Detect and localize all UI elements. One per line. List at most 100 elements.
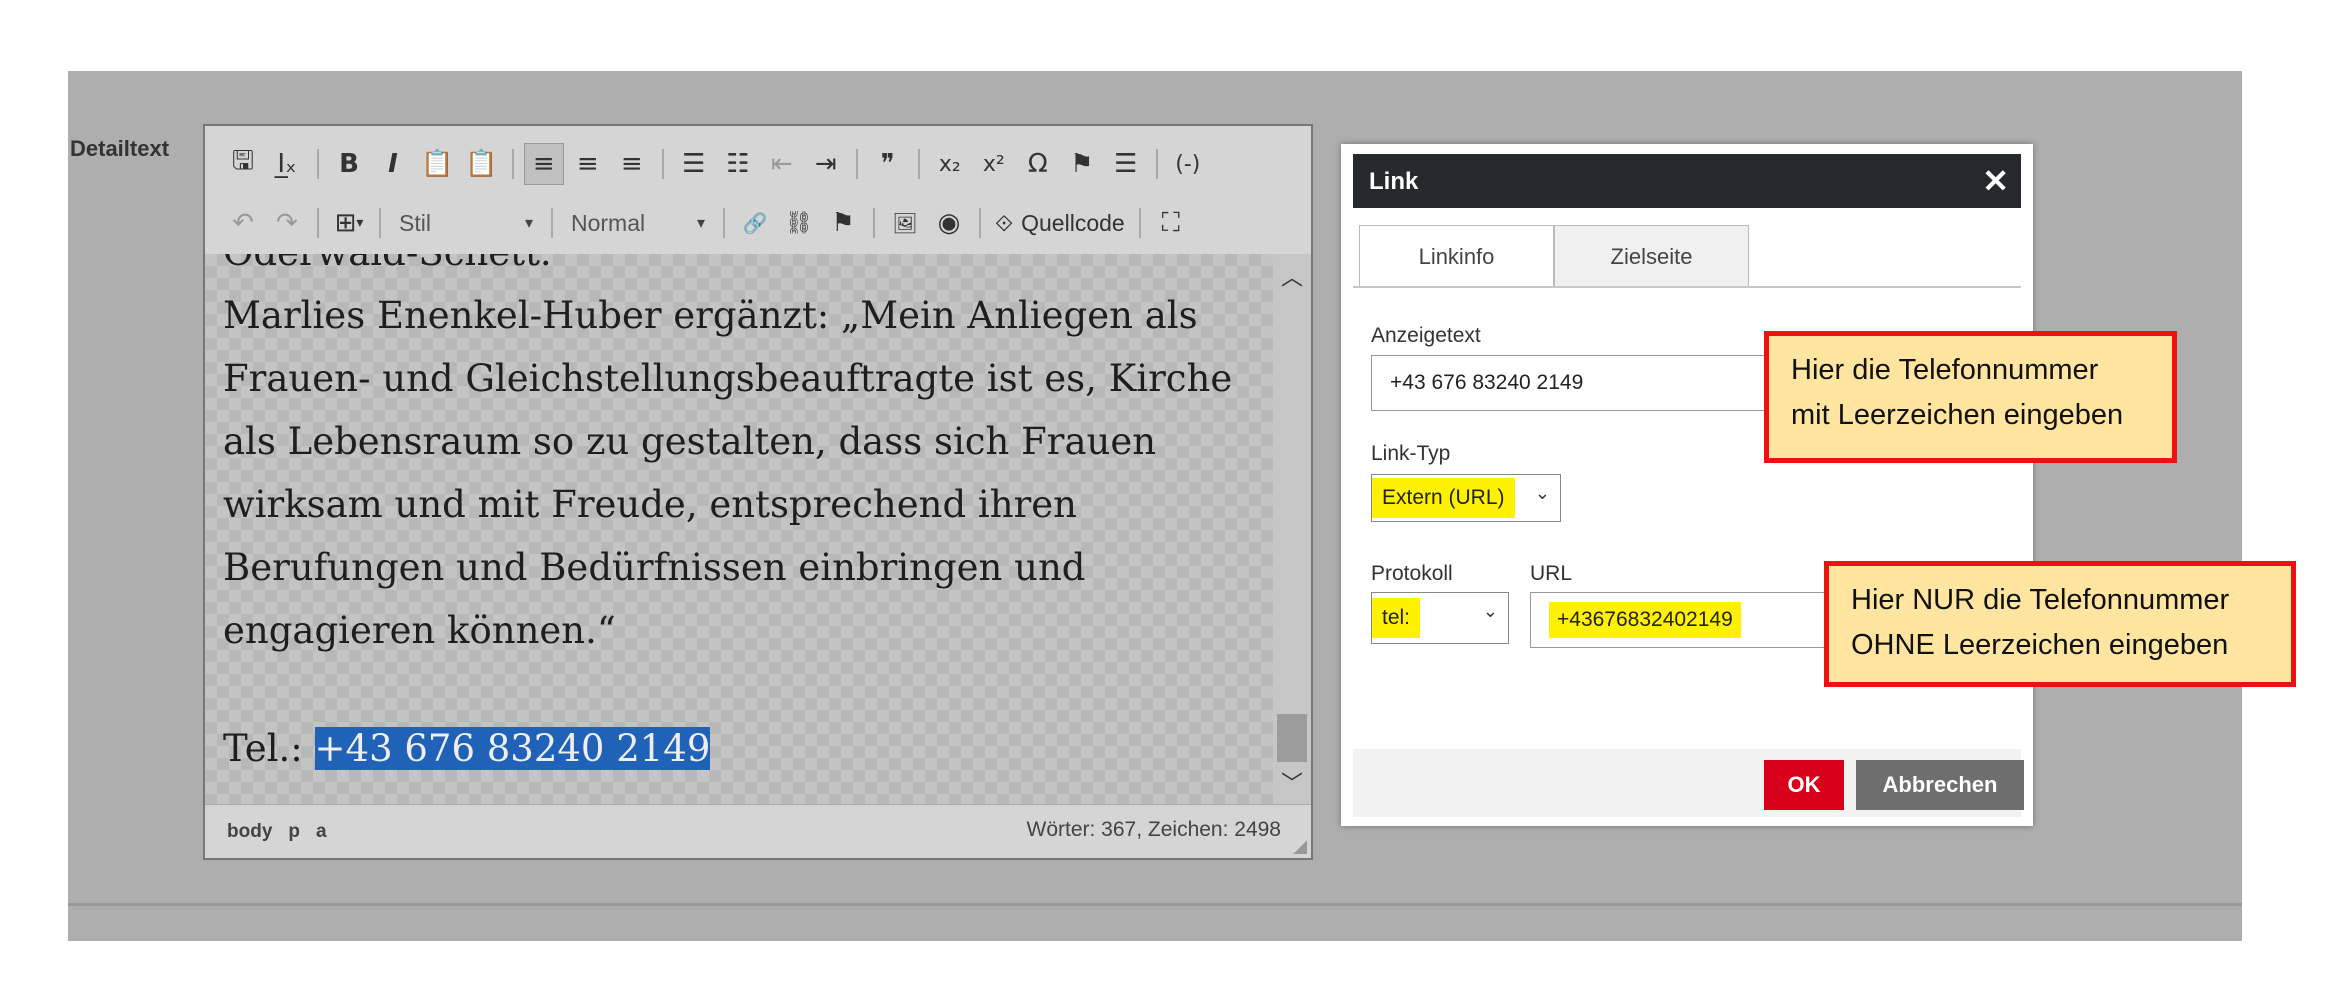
url-label: URL <box>1530 562 1573 585</box>
toolbar-separator <box>511 149 514 179</box>
chevron-down-icon: ⌄ <box>1482 601 1498 621</box>
indent-icon[interactable]: ⇥ <box>806 143 846 185</box>
toolbar-separator <box>317 208 319 238</box>
text-line: Marlies Enenkel-Huber ergänzt: „Mein Anl… <box>223 294 1198 337</box>
toolbar-separator <box>917 149 920 179</box>
callout-text: OHNE Leerzeichen eingeben <box>1851 629 2229 661</box>
toolbar-separator <box>979 208 981 238</box>
bold-icon[interactable]: B <box>329 143 369 185</box>
dialog-footer: OK Abbrechen <box>1353 749 2024 817</box>
align-center-icon[interactable]: ≡ <box>568 143 608 185</box>
horizontal-line-icon[interactable]: ☰ <box>1106 143 1146 185</box>
close-icon[interactable]: ✕ <box>1982 162 2009 200</box>
element-path: body p a <box>227 821 327 843</box>
chevron-down-icon: ▾ <box>524 215 533 232</box>
link-type-value: Extern (URL) <box>1372 478 1515 518</box>
dialog-titlebar: Link ✕ <box>1353 154 2021 208</box>
tab-zielseite[interactable]: Zielseite <box>1554 225 1749 287</box>
callout-text: mit Leerzeichen eingeben <box>1791 399 2124 431</box>
text-line: als Lebensraum so zu gestalten, dass sic… <box>223 420 1157 463</box>
text-line: Oderwald-Schett. <box>205 254 1273 284</box>
rich-text-editor: 🖫 I̲ₓ B I 📋 📋 ≡ ≡ ≡ ☰ ☷ ⇤ ⇥ ❞ x₂ x² Ω ⚑ ☰ (-) ↶ ↷ ⊞ ▾ Stil ▾ … <box>203 124 1313 860</box>
unlink-icon[interactable]: ⛓ <box>779 202 819 244</box>
source-code-button[interactable]: ⟐ Quellcode <box>991 202 1129 244</box>
callout-text: Hier NUR die Telefonnummer <box>1851 584 2230 616</box>
link-type-select[interactable]: Extern (URL) ⌄ <box>1371 474 1561 522</box>
anchor-icon[interactable]: ⚑ <box>823 202 863 244</box>
placeholder-icon[interactable]: (-) <box>1168 143 1208 185</box>
url-value: +43676832402149 <box>1549 602 1741 638</box>
toolbar-row-2: ↶ ↷ ⊞ ▾ Stil ▾ Normal ▾ 🔗 ⛓ ⚑ 🖼 ◉ ⟐ Quellco… <box>223 198 1191 248</box>
phone-line: Tel.: +43 676 83240 2149 <box>205 717 1273 780</box>
toolbar-separator <box>661 149 664 179</box>
toolbar-separator <box>723 208 725 238</box>
path-p[interactable]: p <box>288 821 300 843</box>
divider <box>68 903 2242 906</box>
align-right-icon[interactable]: ≡ <box>612 143 652 185</box>
toolbar-separator <box>1138 208 1141 238</box>
cancel-button[interactable]: Abbrechen <box>1856 760 2024 810</box>
remove-format-icon[interactable]: I̲ₓ <box>267 143 307 185</box>
text-line: wirksam und mit Freude, entsprechend ihr… <box>223 483 1077 526</box>
media-icon[interactable]: ◉ <box>929 202 969 244</box>
path-body[interactable]: body <box>227 821 272 843</box>
flag-icon[interactable]: ⚑ <box>1062 143 1102 185</box>
toolbar-separator <box>551 208 553 238</box>
outdent-icon[interactable]: ⇤ <box>762 143 802 185</box>
tab-linkinfo[interactable]: Linkinfo <box>1359 225 1554 288</box>
format-dropdown[interactable]: Normal ▾ <box>563 202 713 244</box>
phone-prefix: Tel.: <box>223 727 315 770</box>
editor-toolbar: 🖫 I̲ₓ B I 📋 📋 ≡ ≡ ≡ ☰ ☷ ⇤ ⇥ ❞ x₂ x² Ω ⚑ ☰ (-) ↶ ↷ ⊞ ▾ Stil ▾ … <box>205 126 1311 254</box>
blockquote-icon[interactable]: ❞ <box>868 143 908 185</box>
dialog-title: Link <box>1369 168 1419 195</box>
callout-with-spaces: Hier die Telefonnummer mit Leerzeichen e… <box>1764 331 2177 463</box>
text-line: engagieren können.“ <box>223 609 616 652</box>
text-line: Frauen- und Gleichstellungsbeauftragte i… <box>223 357 1233 400</box>
toolbar-separator <box>855 149 858 179</box>
chevron-down-icon: ▾ <box>696 215 705 232</box>
scroll-up-icon[interactable]: ︿ <box>1273 260 1311 292</box>
empty-paragraph <box>205 662 1273 717</box>
toolbar-separator <box>379 208 381 238</box>
superscript-icon[interactable]: x² <box>974 143 1014 185</box>
paste-text-icon[interactable]: 📋 <box>417 143 457 185</box>
numbered-list-icon[interactable]: ☷ <box>718 143 758 185</box>
display-text-label: Anzeigetext <box>1371 324 1481 347</box>
tabs-divider <box>1353 286 2021 288</box>
undo-icon[interactable]: ↶ <box>223 202 263 244</box>
protocol-value: tel: <box>1372 598 1421 638</box>
link-icon[interactable]: 🔗 <box>735 202 775 244</box>
italic-icon[interactable]: I <box>373 143 413 185</box>
text-line: Berufungen und Bedürfnissen einbringen u… <box>223 546 1086 589</box>
callout-text: Hier die Telefonnummer <box>1791 354 2099 386</box>
toolbar-separator <box>1155 149 1158 179</box>
table-icon[interactable]: ⊞ ▾ <box>329 202 369 244</box>
bulleted-list-icon[interactable]: ☰ <box>674 143 714 185</box>
selected-phone-link[interactable]: +43 676 83240 2149 <box>314 727 711 770</box>
ok-button[interactable]: OK <box>1764 760 1844 810</box>
subscript-icon[interactable]: x₂ <box>930 143 970 185</box>
save-icon[interactable]: 🖫 <box>223 143 263 185</box>
source-icon: ⟐ <box>995 209 1014 236</box>
protocol-label: Protokoll <box>1371 562 1453 585</box>
toolbar-separator <box>873 208 875 238</box>
editor-content[interactable]: Oderwald-Schett. Marlies Enenkel-Huber e… <box>205 254 1273 804</box>
callout-without-spaces: Hier NUR die Telefonnummer OHNE Leerzeic… <box>1824 561 2296 687</box>
source-code-label: Quellcode <box>1021 209 1125 236</box>
special-char-icon[interactable]: Ω <box>1018 143 1058 185</box>
resize-handle[interactable] <box>1293 840 1307 854</box>
redo-icon[interactable]: ↷ <box>267 202 307 244</box>
protocol-select[interactable]: tel: ⌄ <box>1371 592 1509 644</box>
link-dialog: Link ✕ Linkinfo Zielseite Anzeigetext +4… <box>1341 144 2033 826</box>
toolbar-separator <box>317 149 319 179</box>
scroll-thumb[interactable] <box>1277 714 1307 762</box>
image-icon[interactable]: 🖼 <box>885 202 925 244</box>
maximize-icon[interactable]: ⛶ <box>1151 202 1191 244</box>
paste-word-icon[interactable]: 📋 <box>461 143 501 185</box>
vertical-scrollbar[interactable]: ︿ ﹀ <box>1273 254 1311 804</box>
scroll-down-icon[interactable]: ﹀ <box>1273 766 1311 798</box>
toolbar-row-1: 🖫 I̲ₓ B I 📋 📋 ≡ ≡ ≡ ☰ ☷ ⇤ ⇥ ❞ x₂ x² Ω ⚑ ☰ (-) <box>223 139 1208 189</box>
style-dropdown[interactable]: Stil ▾ <box>391 202 541 244</box>
path-a[interactable]: a <box>316 821 327 843</box>
align-left-icon[interactable]: ≡ <box>523 143 564 185</box>
